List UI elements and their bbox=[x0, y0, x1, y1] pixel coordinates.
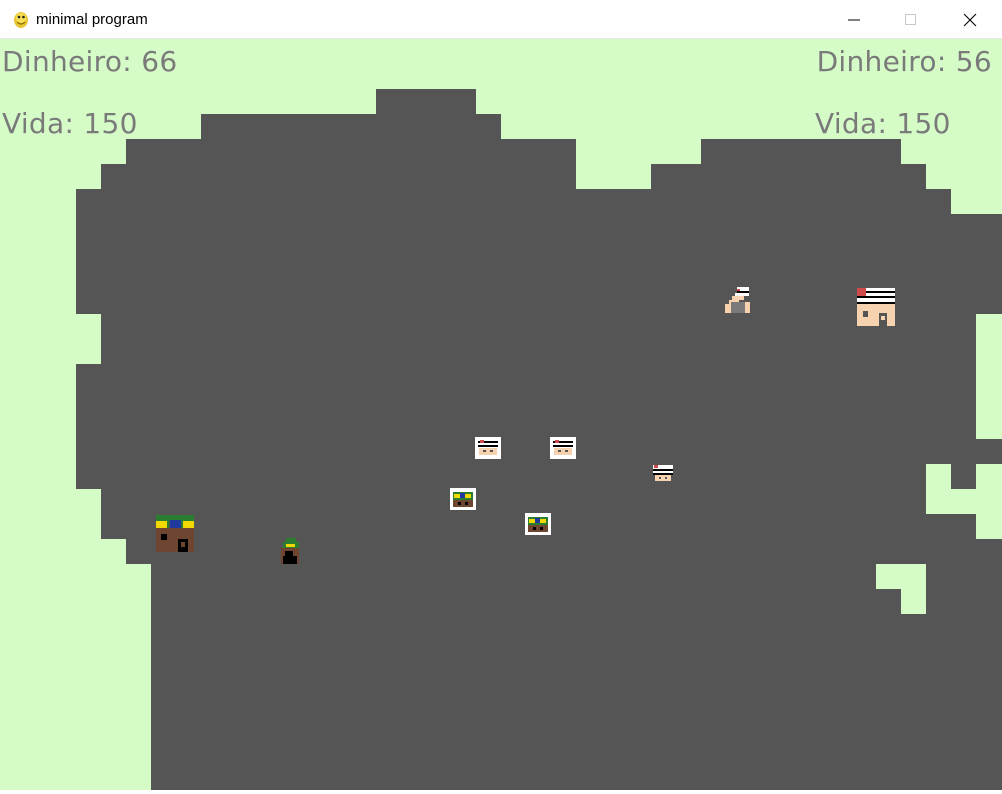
close-button[interactable] bbox=[947, 0, 993, 39]
window-title: minimal program bbox=[36, 11, 148, 28]
grass-patch bbox=[876, 564, 926, 589]
right-team-unit bbox=[475, 437, 501, 459]
close-icon bbox=[963, 13, 977, 27]
game-map bbox=[0, 39, 1002, 790]
right-team-unit bbox=[550, 437, 576, 459]
left-team-base bbox=[156, 515, 194, 552]
maximize-button[interactable] bbox=[888, 0, 934, 39]
maximize-icon bbox=[905, 14, 916, 25]
grass-patch bbox=[901, 589, 926, 614]
left-money-label: Dinheiro: 66 bbox=[2, 45, 178, 78]
right-team-unit bbox=[653, 465, 673, 481]
game-canvas[interactable]: Dinheiro: 66 Vida: 150 Dinheiro: 56 Vida… bbox=[0, 39, 1002, 790]
pygame-snake-icon bbox=[14, 12, 28, 28]
right-team-base bbox=[857, 288, 895, 326]
minimize-button[interactable] bbox=[831, 0, 877, 39]
left-life-label: Vida: 150 bbox=[2, 107, 138, 140]
window-titlebar: minimal program bbox=[0, 0, 1002, 39]
left-team-unit bbox=[525, 513, 551, 535]
map-region bbox=[76, 89, 1002, 790]
right-money-label: Dinheiro: 56 bbox=[816, 45, 992, 78]
right-life-label: Vida: 150 bbox=[815, 107, 951, 140]
left-team-unit bbox=[450, 488, 476, 510]
minimize-icon bbox=[848, 19, 860, 21]
